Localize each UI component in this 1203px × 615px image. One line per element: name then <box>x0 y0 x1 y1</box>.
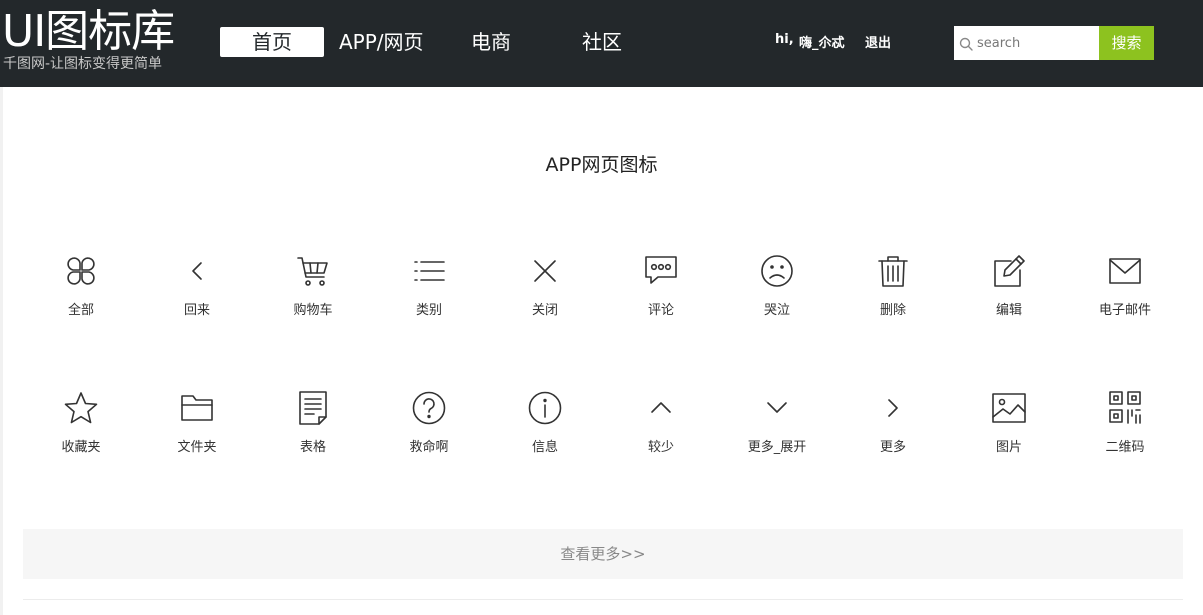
icon-item-category[interactable]: 类别 <box>371 254 487 334</box>
search-input[interactable] <box>977 34 1095 52</box>
icon-label: 全部 <box>67 303 94 318</box>
icon-label: 哭泣 <box>763 303 790 318</box>
chevron-left-icon <box>180 254 214 288</box>
icon-item-less[interactable]: 较少 <box>603 391 719 471</box>
top-navbar: UI图标库 千图网-让图标变得更简单 首页 APP/网页 电商 社区 hi, 嗨… <box>0 0 1203 87</box>
info-icon <box>528 391 562 425</box>
chevron-up-icon <box>644 391 678 425</box>
star-icon <box>64 391 98 425</box>
icon-label: 关闭 <box>531 303 558 318</box>
nav-ecommerce[interactable]: 电商 <box>471 27 511 57</box>
icon-label: 较少 <box>647 440 674 455</box>
mail-icon <box>1108 254 1142 288</box>
icon-item-cry[interactable]: 哭泣 <box>719 254 835 334</box>
user-name[interactable]: 嗨_尒忒 <box>799 32 845 51</box>
nav-home[interactable]: 首页 <box>220 27 324 57</box>
icon-label: 文件夹 <box>177 440 217 455</box>
search-icon <box>959 37 973 51</box>
close-icon <box>528 254 562 288</box>
icon-label: 类别 <box>415 303 442 318</box>
icon-item-info[interactable]: 信息 <box>487 391 603 471</box>
icon-label: 二维码 <box>1105 440 1145 455</box>
icon-item-delete[interactable]: 删除 <box>835 254 951 334</box>
nav-app-web[interactable]: APP/网页 <box>339 27 424 57</box>
sad-face-icon <box>760 254 794 288</box>
icon-item-comment[interactable]: 评论 <box>603 254 719 334</box>
icon-label: 电子邮件 <box>1098 303 1151 318</box>
user-greeting: hi, <box>775 32 794 47</box>
icon-item-favorites[interactable]: 收藏夹 <box>23 391 139 471</box>
folder-icon <box>180 391 214 425</box>
chevron-down-icon <box>760 391 794 425</box>
list-icon <box>412 254 446 288</box>
bottom-divider <box>23 599 1183 600</box>
icon-item-more[interactable]: 更多 <box>835 391 951 471</box>
clover-icon <box>64 254 98 288</box>
icon-label: 更多 <box>879 440 906 455</box>
icon-label: 购物车 <box>293 303 333 318</box>
edit-icon <box>992 254 1026 288</box>
nav-community[interactable]: 社区 <box>582 27 622 57</box>
icon-label: 收藏夹 <box>61 440 101 455</box>
icon-label: 回来 <box>183 303 210 318</box>
icon-label: 评论 <box>647 303 674 318</box>
icon-item-back[interactable]: 回来 <box>139 254 255 334</box>
document-icon <box>296 391 330 425</box>
view-more-button[interactable]: 查看更多>> <box>23 529 1183 579</box>
qr-code-icon <box>1108 391 1142 425</box>
icon-item-edit[interactable]: 编辑 <box>951 254 1067 334</box>
icon-label: 救命啊 <box>409 440 449 455</box>
icon-item-folder[interactable]: 文件夹 <box>139 391 255 471</box>
icon-label: 表格 <box>299 440 326 455</box>
icon-item-expand[interactable]: 更多_展开 <box>719 391 835 471</box>
logout-link[interactable]: 退出 <box>865 32 891 51</box>
section-title: APP网页图标 <box>545 154 658 176</box>
trash-icon <box>876 254 910 288</box>
icon-label: 信息 <box>531 440 558 455</box>
search-box <box>954 26 1100 60</box>
comment-icon <box>644 254 678 288</box>
icon-item-cart[interactable]: 购物车 <box>255 254 371 334</box>
search-button[interactable]: 搜索 <box>1099 26 1154 60</box>
site-tagline: 千图网-让图标变得更简单 <box>3 56 163 72</box>
icon-item-help[interactable]: 救命啊 <box>371 391 487 471</box>
icon-item-table[interactable]: 表格 <box>255 391 371 471</box>
image-icon <box>992 391 1026 425</box>
icon-item-qrcode[interactable]: 二维码 <box>1067 391 1183 471</box>
help-icon <box>412 391 446 425</box>
icon-item-email[interactable]: 电子邮件 <box>1067 254 1183 334</box>
cart-icon <box>296 254 330 288</box>
site-logo[interactable]: UI图标库 <box>2 6 175 58</box>
chevron-right-icon <box>876 391 910 425</box>
icon-label: 图片 <box>995 440 1022 455</box>
icon-label: 删除 <box>879 303 906 318</box>
icon-item-image[interactable]: 图片 <box>951 391 1067 471</box>
icon-item-close[interactable]: 关闭 <box>487 254 603 334</box>
icon-label: 编辑 <box>995 303 1022 318</box>
icon-label: 更多_展开 <box>747 440 807 455</box>
icon-item-all[interactable]: 全部 <box>23 254 139 334</box>
